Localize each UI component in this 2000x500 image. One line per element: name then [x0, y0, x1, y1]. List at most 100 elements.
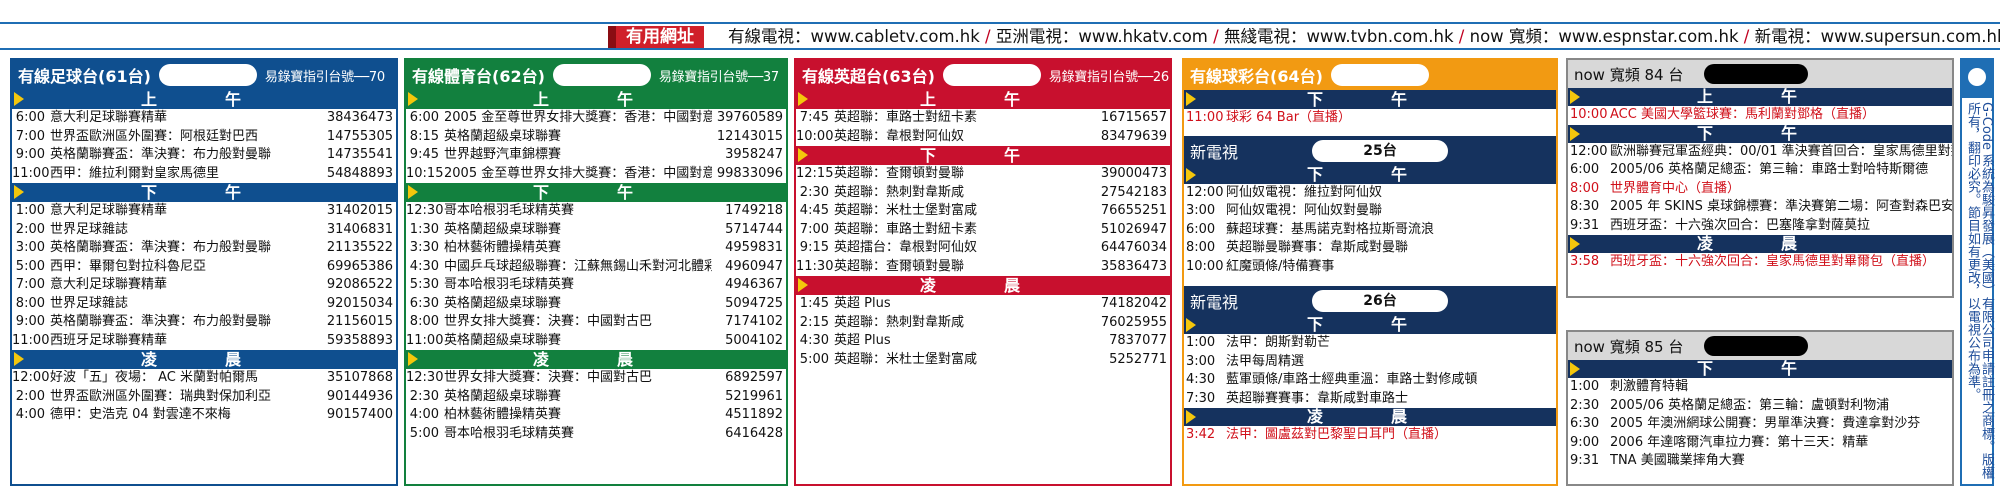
channel-title: 有線英超台(63台) — [802, 67, 935, 86]
programme-row: 6:30 2005 年澳洲網球公開賽：男單準決賽：費達拿對沙芬 — [1568, 415, 1952, 434]
arrow-icon — [408, 352, 418, 366]
programme-row: 12:00 阿仙奴電視：維拉對阿仙奴 — [1184, 184, 1556, 203]
section-header: 下 午 — [1568, 124, 1952, 143]
link-url[interactable]: www.supersun.com.hk — [1821, 27, 2000, 46]
programme-row: 12:15 英超聯：查爾頓對曼聯 39000473 — [796, 165, 1170, 184]
programme-row: 11:30 英超聯：查爾頓對曼聯 35836473 — [796, 258, 1170, 277]
panel-header: 有線球彩台(64台) — [1184, 60, 1556, 90]
programme-time: 11:30 — [796, 258, 834, 274]
programme-code: 31406831 — [326, 221, 393, 237]
programme-time: 3:42 — [1186, 427, 1216, 442]
link-url[interactable]: www.espnstar.com.hk — [1558, 27, 1738, 46]
programme-title: 哥本哈根羽毛球精英賽 — [444, 203, 575, 218]
programme-title: 球彩 64 Bar（直播） — [1226, 110, 1352, 125]
arrow-icon — [1186, 410, 1196, 424]
channel-title: now 寬頻 85 台 — [1574, 337, 1684, 356]
channel-number: 25台 — [1312, 139, 1448, 162]
arrow-icon — [1570, 90, 1580, 104]
channel-title: 有線體育台(62台) — [412, 67, 545, 86]
section-label: 下 午 — [1306, 315, 1433, 334]
programme-row: 9:31 西班牙盃：十六強次回合：巴塞隆拿對薩莫拉 — [1568, 217, 1952, 236]
link-name: 新電視 — [1754, 27, 1805, 46]
programme-time: 1:00 — [1186, 335, 1216, 350]
programme-time: 8:15 — [409, 128, 439, 144]
link-name: now 寬頻 — [1469, 27, 1542, 46]
programme-title: 英格蘭超級桌球聯賽 — [444, 221, 562, 237]
section-label: 下 午 — [1306, 90, 1433, 109]
programme-title: 英超聯曼聯賽事：韋斯咸對曼聯 — [1226, 240, 1409, 255]
link-url[interactable]: www.tvbn.com.hk — [1306, 27, 1453, 46]
panel-cable-ball-lottery: 有線球彩台(64台) 下 午 11:00 球彩 64 Bar（直播） 新電視 25台下 午… — [1182, 58, 1558, 486]
panel-now-85: now 寬頻 85 台下 午 1:00 刺激體育特輯 2:30 2005/06 英格蘭足… — [1566, 330, 1954, 486]
programme-code: 39760589 — [716, 110, 783, 125]
programme-time: 8:00 — [1186, 240, 1216, 255]
programme-title: 英格蘭超級桌球聯賽 — [444, 388, 562, 404]
section-header: 上 午 — [12, 90, 396, 109]
programme-row: 10:00 紅魔頭條/特備賽事 — [1184, 258, 1556, 277]
section-label: 凌 晨 — [532, 350, 659, 369]
programme-row: 12:30 哥本哈根羽毛球精英賽 1749218 — [406, 202, 786, 221]
programme-code: 76025955 — [1100, 314, 1167, 330]
link-colon: ： — [1289, 27, 1307, 46]
programme-row: 5:00 哥本哈根羽毛球精英賽 6416428 — [406, 425, 786, 444]
programme-title: 英超聯賽賽事：韋斯咸對車路士 — [1226, 390, 1409, 406]
panel-header: 有線足球台(61台) 易錄寶指引台號──70 — [12, 60, 396, 90]
programme-row: 8:00 世界足球雜誌 92015034 — [12, 295, 396, 314]
programme-row: 6:00 2005 金至尊世界女排大獎賽：香港：中國對意大利 39760589 — [406, 109, 786, 128]
channel-number: 26台 — [1312, 290, 1448, 312]
programme-time: 11:00 — [1186, 110, 1224, 125]
programme-time: 12:15 — [796, 166, 834, 181]
channel-header: now 寬頻 85 台 — [1568, 332, 1952, 360]
section-label: 上 午 — [532, 90, 659, 109]
arrow-icon — [408, 92, 418, 106]
programme-title: 英超擂台：韋根對阿仙奴 — [834, 240, 978, 255]
programme-row: 3:00 阿仙奴電視：阿仙奴對曼聯 — [1184, 202, 1556, 221]
arrow-icon — [1186, 92, 1196, 106]
programme-time: 9:45 — [409, 147, 439, 162]
programme-row: 1:00 意大利足球聯賽精華 31402015 — [12, 202, 396, 221]
programme-time: 6:00 — [409, 110, 439, 125]
programme-title: 英超聯：車路士對紐卡素 — [834, 221, 978, 237]
programme-code: 6416428 — [725, 425, 783, 441]
link-url[interactable]: www.hkatv.com — [1078, 27, 1208, 46]
programme-row: 3:30 柏林藝術體操精英賽 4959831 — [406, 239, 786, 258]
programme-title: 英格蘭聯賽盃：準決賽：布力般對曼聯 — [50, 314, 272, 329]
section-header: 凌 晨 — [12, 350, 396, 369]
programme-time: 6:30 — [409, 295, 439, 311]
programme-row: 2:30 英格蘭超級桌球聯賽 5219961 — [406, 388, 786, 407]
programme-row: 9:45 世界越野汽車錦標賽 3958247 — [406, 146, 786, 165]
programme-title: 法甲每周精選 — [1226, 353, 1305, 369]
programme-row: 8:00 世界體育中心（直播） — [1568, 180, 1952, 199]
programme-code: 4946367 — [725, 277, 783, 292]
programme-row: 8:30 2005 年 SKINS 桌球錦標賽：準決賽第二場：阿查對森巴安 — [1568, 198, 1952, 217]
programme-row: 3:00 英格蘭聯賽盃：準決賽：布力般對曼聯 21135522 — [12, 239, 396, 258]
programme-title: 英超聯：查爾頓對曼聯 — [834, 166, 965, 181]
programme-code: 35836473 — [1100, 258, 1167, 274]
section-header: 下 午 — [12, 183, 396, 202]
link-separator: / — [1207, 27, 1224, 46]
link-colon: ： — [1541, 27, 1559, 46]
programme-title: 哥本哈根羽毛球精英賽 — [444, 425, 575, 441]
programme-code: 4511892 — [725, 407, 783, 422]
channel-subheader: 新電視 25台 — [1184, 135, 1556, 166]
programme-code: 90144936 — [326, 388, 393, 404]
programme-row: 4:00 柏林藝術體操精英賽 4511892 — [406, 406, 786, 425]
programme-row: 9:00 英格蘭聯賽盃：準決賽：布力般對曼聯 21156015 — [12, 313, 396, 332]
arrow-icon — [798, 92, 808, 106]
section-header: 凌 晨 — [1184, 408, 1556, 426]
programme-code: 83479639 — [1100, 128, 1167, 144]
channel-header: now 寬頻 84 台 — [1568, 60, 1952, 88]
programme-code: 4960947 — [725, 258, 783, 274]
channel-pill — [942, 64, 1041, 86]
programme-title: 西班牙盃：十六強次回合：巴塞隆拿對薩莫拉 — [1610, 217, 1871, 233]
programme-row: 1:30 英格蘭超級桌球聯賽 5714744 — [406, 221, 786, 240]
arrow-icon — [408, 185, 418, 199]
programme-row: 6:00 蘇超球賽：基馬諾克對格拉斯哥流浪 — [1184, 221, 1556, 240]
programme-title: 2005 金至尊世界女排大獎賽：香港：中國對意大利 — [444, 165, 712, 181]
section-block: 下 午 1:00 法甲：朗斯對勒芒 3:00 法甲每周精選 4:30 藍軍頭條/車路士經典重… — [1184, 316, 1556, 408]
link-url[interactable]: www.cabletv.com.hk — [811, 27, 980, 46]
guide-number: 易錄寶指引台號──37 — [658, 69, 779, 85]
programme-time: 12:00 — [12, 370, 50, 385]
gcode-notice: G-Code 系統為駿昇發展（美國）有限公司申請註冊之商標。版權所有，翻印必究。… — [1960, 58, 1994, 486]
programme-time: 6:00 — [15, 110, 45, 125]
